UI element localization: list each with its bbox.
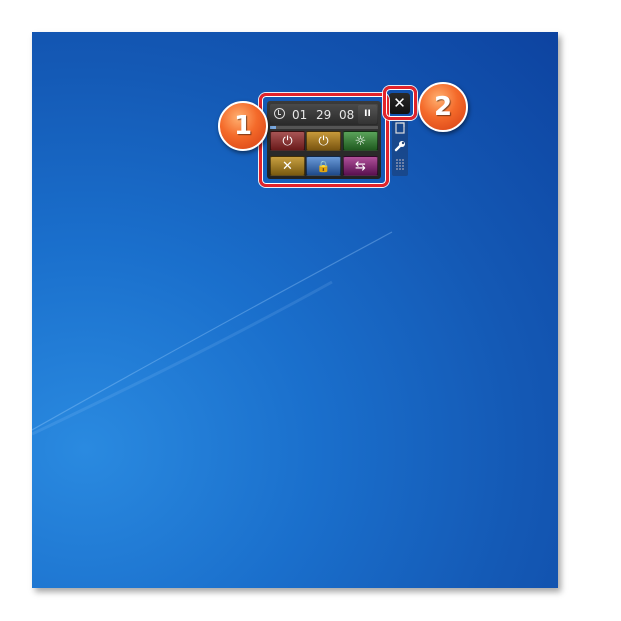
resize-icon[interactable]	[394, 122, 406, 134]
wrench-icon[interactable]	[394, 140, 406, 152]
drag-grip-icon[interactable]	[394, 158, 406, 170]
callout-number-two: 2	[418, 82, 468, 132]
gadget-highlight-box	[259, 93, 389, 187]
close-button-highlight-box	[383, 86, 417, 120]
callout-number-one: 1	[218, 101, 268, 151]
gadget-side-controls	[392, 118, 408, 176]
